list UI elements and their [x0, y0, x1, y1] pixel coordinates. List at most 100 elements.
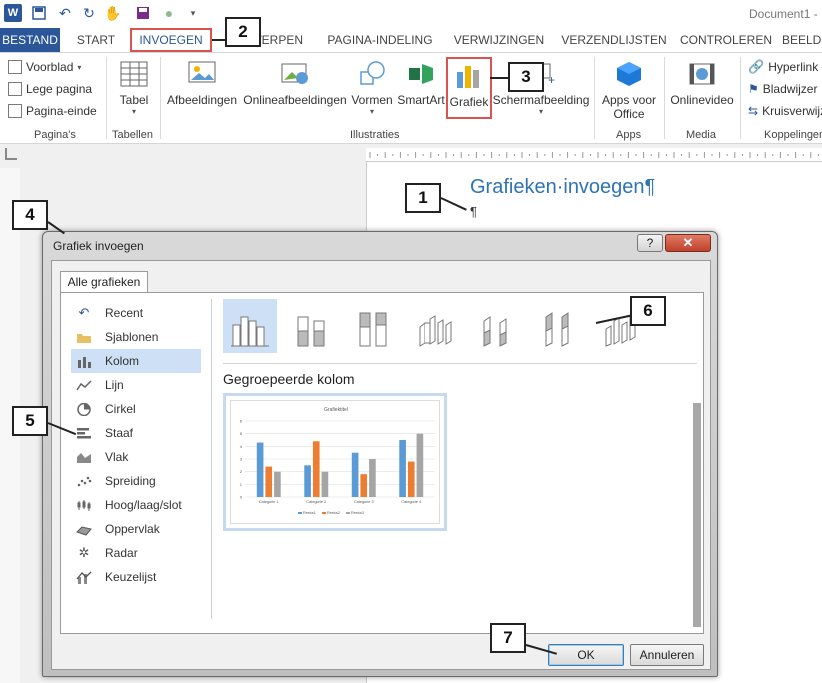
category-kolom[interactable]: Kolom	[71, 349, 201, 373]
folder-icon	[75, 330, 93, 344]
category-oppervlak[interactable]: Oppervlak	[71, 517, 201, 541]
group-label-illustraties: Illustraties	[350, 129, 400, 141]
save-qat-icon[interactable]	[134, 4, 152, 22]
chart-panel: ↶ Recent Sjablonen Kolom Lijn Cirkel Sta…	[60, 292, 704, 634]
cross-reference-icon: ⇆	[748, 104, 759, 118]
y-tick-label: 1	[240, 482, 243, 487]
voorblad-button[interactable]: Voorblad ▾	[8, 57, 81, 77]
kruisverwijzing-label: Kruisverwijzing	[762, 104, 822, 118]
bar-chart-icon	[75, 426, 93, 440]
category-cirkel[interactable]: Cirkel	[71, 397, 201, 421]
dialog-title: Grafiek invoegen	[53, 239, 144, 253]
tab-beeld[interactable]: BEELD	[782, 28, 822, 52]
document-heading[interactable]: Grafieken·invoegen¶	[470, 176, 655, 199]
subtype-3d-clustered-column[interactable]	[409, 299, 463, 353]
circle-icon[interactable]: ●	[160, 4, 178, 22]
document-paragraph-mark[interactable]: ¶	[470, 204, 477, 219]
table-icon	[119, 59, 149, 89]
legend-label: Reeks3	[351, 511, 364, 515]
tab-controleren[interactable]: CONTROLEREN	[678, 28, 774, 52]
subtype-stacked-column[interactable]	[285, 299, 339, 353]
category-hoog-laag-slot[interactable]: Hoog/laag/slot	[71, 493, 201, 517]
redo-icon[interactable]: ↻	[80, 4, 98, 22]
chart-bar	[265, 466, 273, 497]
group-divider	[664, 57, 665, 139]
tab-verzendlijsten[interactable]: VERZENDLIJSTEN	[558, 28, 670, 52]
category-sjablonen[interactable]: Sjablonen	[71, 325, 201, 349]
apps-voor-office-button[interactable]: Apps voor Office	[598, 57, 660, 123]
group-label-tabellen: Tabellen	[112, 129, 153, 141]
chart-bar	[321, 471, 329, 497]
subtype-3d-100-stacked-column[interactable]	[533, 299, 587, 353]
bookmark-icon: ⚑	[748, 82, 759, 96]
vormen-button[interactable]: Vormen ▾	[348, 57, 396, 123]
pagina-einde-button[interactable]: Pagina-einde	[8, 101, 97, 121]
page-break-icon	[8, 104, 22, 118]
stock-chart-icon	[75, 498, 93, 512]
tab-start[interactable]: START	[66, 28, 126, 52]
chart-preview[interactable]: Grafiektitel 0 1 2 3 4 5 6 Categorie 1 Categorie …	[223, 393, 447, 531]
category-label: Sjablonen	[105, 330, 159, 344]
subtype-3d-stacked-column[interactable]	[471, 299, 525, 353]
chart-category-list: ↶ Recent Sjablonen Kolom Lijn Cirkel Sta…	[71, 301, 201, 589]
category-label: Kolom	[105, 354, 140, 368]
legend-label: Reeks1	[303, 511, 316, 515]
tabel-button[interactable]: Tabel ▾	[112, 57, 156, 123]
tab-selector-icon[interactable]	[5, 148, 17, 160]
tab-verwijzingen[interactable]: VERWIJZINGEN	[448, 28, 550, 52]
horizontal-ruler[interactable]	[366, 148, 822, 162]
word-logo-icon[interactable]: W	[4, 4, 22, 22]
online-video-icon	[687, 59, 717, 89]
category-vlak[interactable]: Vlak	[71, 445, 201, 469]
undo-icon[interactable]: ↶	[56, 4, 74, 22]
touch-mode-icon[interactable]: ✋	[104, 4, 122, 22]
chart-bar	[304, 465, 311, 497]
help-button[interactable]: ?	[637, 234, 663, 252]
hyperlink-label: Hyperlink	[768, 60, 819, 74]
close-button[interactable]: ✕	[665, 234, 711, 252]
grafiek-button[interactable]: Grafiek	[446, 57, 492, 119]
tabel-label: Tabel	[119, 93, 149, 107]
office-apps-icon	[614, 59, 644, 89]
hyperlink-button[interactable]: 🔗 Hyperlink	[748, 57, 818, 77]
category-lijn[interactable]: Lijn	[71, 373, 201, 397]
subtype-name: Gegroepeerde kolom	[223, 371, 355, 387]
dialog-scrollbar[interactable]	[693, 299, 701, 629]
subtype-100-stacked-column[interactable]	[347, 299, 401, 353]
lege-pagina-label: Lege pagina	[26, 82, 93, 96]
document-title: Document1 -	[749, 7, 818, 21]
category-staaf[interactable]: Staaf	[71, 421, 201, 445]
tab-alle-grafieken[interactable]: Alle grafieken	[60, 271, 148, 293]
hyperlink-icon: 🔗	[748, 59, 765, 74]
category-label: Recent	[105, 306, 144, 320]
onlineafbeeldingen-label: Onlineafbeeldingen	[243, 93, 347, 107]
ok-button[interactable]: OK	[548, 644, 624, 666]
y-tick-label: 2	[240, 469, 243, 474]
ribbon: Voorblad ▾ Lege pagina Pagina-einde Pagin…	[0, 52, 822, 144]
category-keuzelijst[interactable]: Keuzelijst	[71, 565, 201, 589]
lege-pagina-button[interactable]: Lege pagina	[8, 79, 92, 99]
scrollbar-thumb[interactable]	[693, 403, 701, 627]
ruler-ticks	[369, 152, 819, 158]
category-label: Spreiding	[105, 474, 156, 488]
tab-invoegen[interactable]: INVOEGEN	[130, 28, 212, 52]
cancel-button[interactable]: Annuleren	[630, 644, 704, 666]
qat-dropdown-icon[interactable]: ▾	[184, 4, 202, 22]
kruisverwijzing-button[interactable]: ⇆Kruisverwijzing	[748, 101, 822, 121]
category-radar[interactable]: ✲ Radar	[71, 541, 201, 565]
save-icon[interactable]	[30, 4, 48, 22]
surface-chart-icon	[75, 522, 93, 536]
callout-4: 4	[12, 200, 48, 230]
onlinevideo-button[interactable]: Onlinevideo	[668, 57, 736, 123]
tab-pagina-indeling[interactable]: PAGINA-INDELING	[320, 28, 440, 52]
group-divider	[106, 57, 107, 139]
category-recent[interactable]: ↶ Recent	[71, 301, 201, 325]
smartart-button[interactable]: SmartArt	[397, 57, 445, 123]
category-spreiding[interactable]: Spreiding	[71, 469, 201, 493]
onlineafbeeldingen-button[interactable]: Onlineafbeeldingen	[242, 57, 348, 123]
3d-percent-stacked-column-icon	[545, 312, 569, 347]
tab-bestand[interactable]: BESTAND	[0, 28, 60, 52]
bladwijzer-button[interactable]: ⚑ Bladwijzer	[748, 79, 817, 99]
subtype-clustered-column[interactable]	[223, 299, 277, 353]
afbeeldingen-button[interactable]: Afbeeldingen	[164, 57, 240, 123]
